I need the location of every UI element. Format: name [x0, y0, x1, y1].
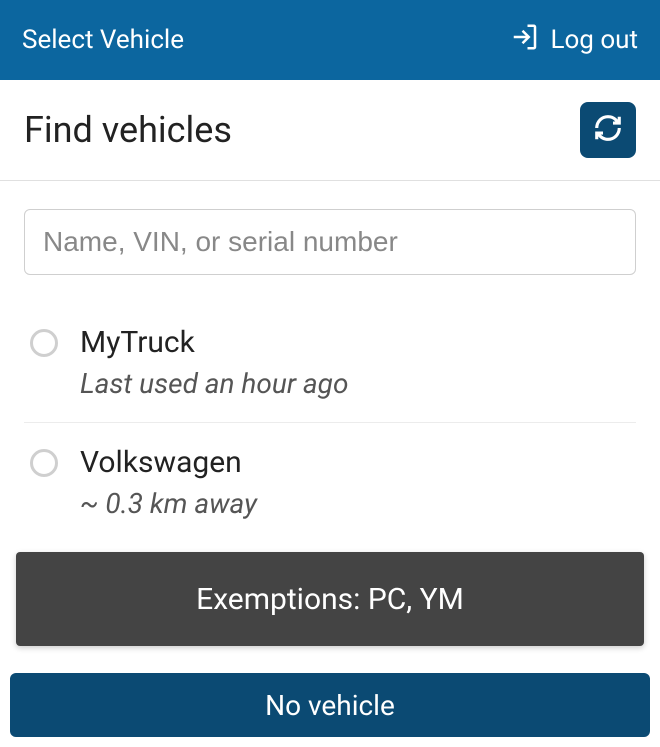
toast-message: Exemptions: PC, YM	[16, 552, 644, 646]
radio-unchecked-icon[interactable]	[30, 449, 58, 477]
logout-button[interactable]: Log out	[510, 22, 638, 59]
app-header: Select Vehicle Log out	[0, 0, 660, 80]
radio-unchecked-icon[interactable]	[30, 329, 58, 357]
vehicle-meta: Last used an hour ago	[80, 367, 348, 400]
vehicle-name: Volkswagen	[80, 445, 257, 481]
search-input[interactable]	[24, 209, 636, 275]
vehicle-item[interactable]: Volkswagen ~ 0.3 km away	[24, 422, 636, 542]
section-heading: Find vehicles	[24, 109, 232, 151]
vehicle-name: MyTruck	[80, 325, 348, 361]
toast-text: Exemptions: PC, YM	[196, 582, 464, 617]
search-container	[0, 181, 660, 299]
logout-icon	[510, 22, 540, 59]
no-vehicle-button[interactable]: No vehicle	[10, 673, 650, 737]
refresh-button[interactable]	[580, 102, 636, 158]
vehicle-item[interactable]: MyTruck Last used an hour ago	[24, 303, 636, 422]
vehicle-list: MyTruck Last used an hour ago Volkswagen…	[0, 299, 660, 542]
vehicle-item-text: Volkswagen ~ 0.3 km away	[80, 445, 257, 520]
refresh-icon	[593, 113, 623, 147]
section-header: Find vehicles	[0, 80, 660, 181]
page-title: Select Vehicle	[22, 25, 184, 55]
no-vehicle-label: No vehicle	[265, 689, 395, 722]
vehicle-item-text: MyTruck Last used an hour ago	[80, 325, 348, 400]
vehicle-meta: ~ 0.3 km away	[80, 487, 257, 520]
logout-label: Log out	[550, 25, 638, 55]
